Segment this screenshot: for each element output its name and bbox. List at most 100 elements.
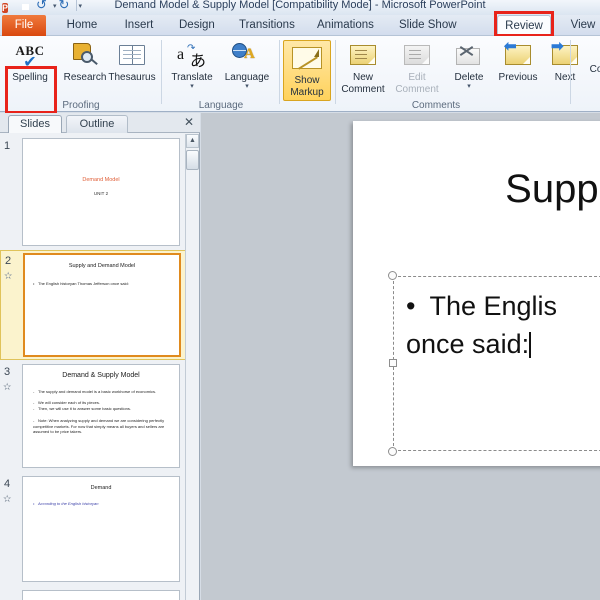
- translate-dropdown-icon[interactable]: ▾: [190, 83, 194, 90]
- slide-bullet-text: We will consider each of its pieces.: [38, 400, 100, 405]
- group-divider: [570, 40, 571, 104]
- new-comment-icon: [350, 38, 376, 72]
- language-label: Language: [224, 72, 270, 83]
- show-markup-icon: [292, 41, 322, 75]
- show-markup-button[interactable]: Show Markup: [283, 40, 331, 101]
- body-text-placeholder[interactable]: • The Englis once said:: [393, 276, 600, 451]
- edit-comment-label-line2: Comment: [395, 83, 439, 95]
- tab-slide-show[interactable]: Slide Show: [392, 15, 460, 36]
- panel-tab-outline[interactable]: Outline: [66, 115, 128, 133]
- new-comment-label-line2: Comment: [341, 83, 385, 95]
- delete-comment-button[interactable]: Delete ▾: [446, 38, 492, 90]
- window-title: Demand Model & Supply Model [Compatibili…: [114, 0, 486, 11]
- slide-number: 1: [4, 140, 11, 152]
- translate-icon: a ↷ あ: [177, 43, 207, 70]
- show-markup-label-line1: Show: [294, 75, 320, 86]
- slide-number: 2: [5, 255, 12, 267]
- next-comment-label: Next: [554, 72, 576, 83]
- tab-transitions[interactable]: Transitions: [232, 15, 300, 36]
- slide-bullet: - Note: When analyzing supply and demand …: [33, 418, 165, 434]
- slide-number: 3: [4, 366, 11, 378]
- slide-preview[interactable]: Demand • According to the English history…: [22, 476, 180, 582]
- text-cursor: [529, 332, 532, 358]
- left-resize-handle[interactable]: [389, 359, 397, 367]
- new-comment-button[interactable]: New Comment: [336, 38, 390, 95]
- tab-animations[interactable]: Animations: [310, 15, 378, 36]
- slide-title: Supply and Demand Model: [68, 263, 136, 269]
- slide-bullet-text: Then, we will use it to answer some basi…: [38, 406, 131, 411]
- language-button[interactable]: A Language ▾: [220, 38, 274, 90]
- tab-home[interactable]: Home: [58, 15, 106, 36]
- slide-animation-icon: ✫: [3, 382, 12, 393]
- panel-scrollbar[interactable]: ▲: [185, 134, 199, 600]
- slide-preview[interactable]: [22, 590, 180, 600]
- research-book-magnifier-icon: [71, 38, 99, 72]
- previous-comment-label: Previous: [498, 72, 538, 83]
- slide-thumbnail-1[interactable]: 1 Demand Model UNIT 2: [0, 136, 186, 248]
- spelling-button[interactable]: ABC ✔ Spelling: [2, 38, 58, 84]
- tab-file[interactable]: File: [2, 15, 46, 36]
- slide-thumbnail-list[interactable]: 1 Demand Model UNIT 2 2 ✫ Supply and Dem…: [0, 134, 186, 600]
- tab-design[interactable]: Design: [172, 15, 220, 36]
- body-line-1: The Englis: [429, 291, 558, 321]
- slide-thumbnail-2[interactable]: 2 ✫ Supply and Demand Model • The English…: [0, 250, 186, 360]
- slide-bullet-text: The supply and demand model is a basic w…: [38, 389, 157, 394]
- previous-comment-button[interactable]: ⬅ Previous: [492, 38, 544, 84]
- delete-comment-label: Delete: [454, 72, 484, 83]
- proofing-group-label: Proofing: [62, 100, 100, 111]
- slide-preview[interactable]: Supply and Demand Model • The English his…: [23, 253, 181, 357]
- slide-preview[interactable]: Demand & Supply Model - The supply and de…: [22, 364, 180, 468]
- thesaurus-book-icon: [119, 38, 145, 72]
- compare-label: Co: [589, 64, 600, 75]
- bullet-glyph: •: [406, 291, 416, 321]
- new-comment-label-line1: New: [352, 72, 373, 83]
- scroll-up-icon[interactable]: ▲: [186, 134, 199, 148]
- translate-button[interactable]: a ↷ あ Translate ▾: [166, 38, 218, 90]
- compare-button[interactable]: Co: [576, 64, 600, 76]
- slide-bullet-text: According to the English historyan: [38, 501, 99, 506]
- slide-bullet-text: The English historyan Thomas Jefferson o…: [38, 281, 129, 286]
- ribbon-group-markup: Show Markup: [280, 36, 336, 112]
- language-dropdown-icon[interactable]: ▾: [245, 83, 249, 90]
- scrollbar-thumb[interactable]: [186, 150, 199, 170]
- rotation-handle[interactable]: [388, 271, 397, 280]
- ribbon-group-proofing: ABC ✔ Spelling Research Thesaurus Proofin…: [0, 36, 162, 112]
- slide-thumbnail-5[interactable]: [0, 588, 186, 600]
- edit-comment-button: Edit Comment: [390, 38, 444, 95]
- language-group-label: Language: [198, 100, 244, 111]
- slide-subtitle: UNIT 2: [93, 191, 109, 196]
- spelling-abc-check-icon: ABC ✔: [15, 42, 45, 71]
- slide-title-placeholder[interactable]: Supply a: [373, 167, 600, 212]
- ribbon-group-comments: New Comment Edit Comment Delete ▾ ⬅ Prev…: [336, 36, 578, 112]
- title-bar: P ↺ ▾ ↻ ▾ Demand Model & Supply Model [C…: [0, 0, 600, 15]
- delete-dropdown-icon[interactable]: ▾: [467, 83, 471, 90]
- slide-canvas[interactable]: Supply a • The Englis once said:: [353, 121, 600, 466]
- slide-title: Demand Model: [82, 177, 120, 183]
- previous-comment-icon: ⬅: [504, 38, 531, 72]
- language-globe-icon: A: [232, 38, 262, 72]
- ribbon-group-language: a ↷ あ Translate ▾ A Language ▾ Language: [162, 36, 280, 112]
- tab-insert[interactable]: Insert: [117, 15, 161, 36]
- tab-view[interactable]: View: [563, 15, 600, 36]
- slide-bullet: - Then, we will use it to answer some bas…: [33, 406, 131, 411]
- panel-tab-slides[interactable]: Slides: [8, 115, 62, 133]
- ribbon-group-compare: Co: [574, 36, 600, 112]
- slides-outline-panel: Slides Outline ✕ 1 Demand Model UNIT 2 2…: [0, 113, 200, 600]
- slide-thumbnail-4[interactable]: 4 ✫ Demand • According to the English his…: [0, 474, 186, 586]
- slide-thumbnail-3[interactable]: 3 ✫ Demand & Supply Model - The supply an…: [0, 362, 186, 472]
- slide-preview[interactable]: Demand Model UNIT 2: [22, 138, 180, 246]
- ribbon-content: ABC ✔ Spelling Research Thesaurus Proofin…: [0, 36, 600, 114]
- bottom-left-handle[interactable]: [388, 447, 397, 456]
- thesaurus-button[interactable]: Thesaurus: [104, 38, 160, 84]
- edit-comment-icon: [404, 38, 430, 72]
- slide-animation-icon: ✫: [3, 494, 12, 505]
- tab-review[interactable]: Review: [497, 15, 551, 36]
- close-icon[interactable]: ✕: [184, 115, 194, 129]
- slide-number: 4: [4, 478, 11, 490]
- slide-animation-icon: ✫: [4, 271, 13, 282]
- body-text-content[interactable]: • The Englis once said:: [406, 287, 600, 363]
- thesaurus-label: Thesaurus: [108, 72, 156, 83]
- slide-edit-area[interactable]: Supply a • The Englis once said:: [201, 113, 600, 600]
- slide-bullet: • The English historyan Thomas Jefferson …: [33, 281, 129, 286]
- slide-bullet: - The supply and demand model is a basic …: [33, 389, 157, 394]
